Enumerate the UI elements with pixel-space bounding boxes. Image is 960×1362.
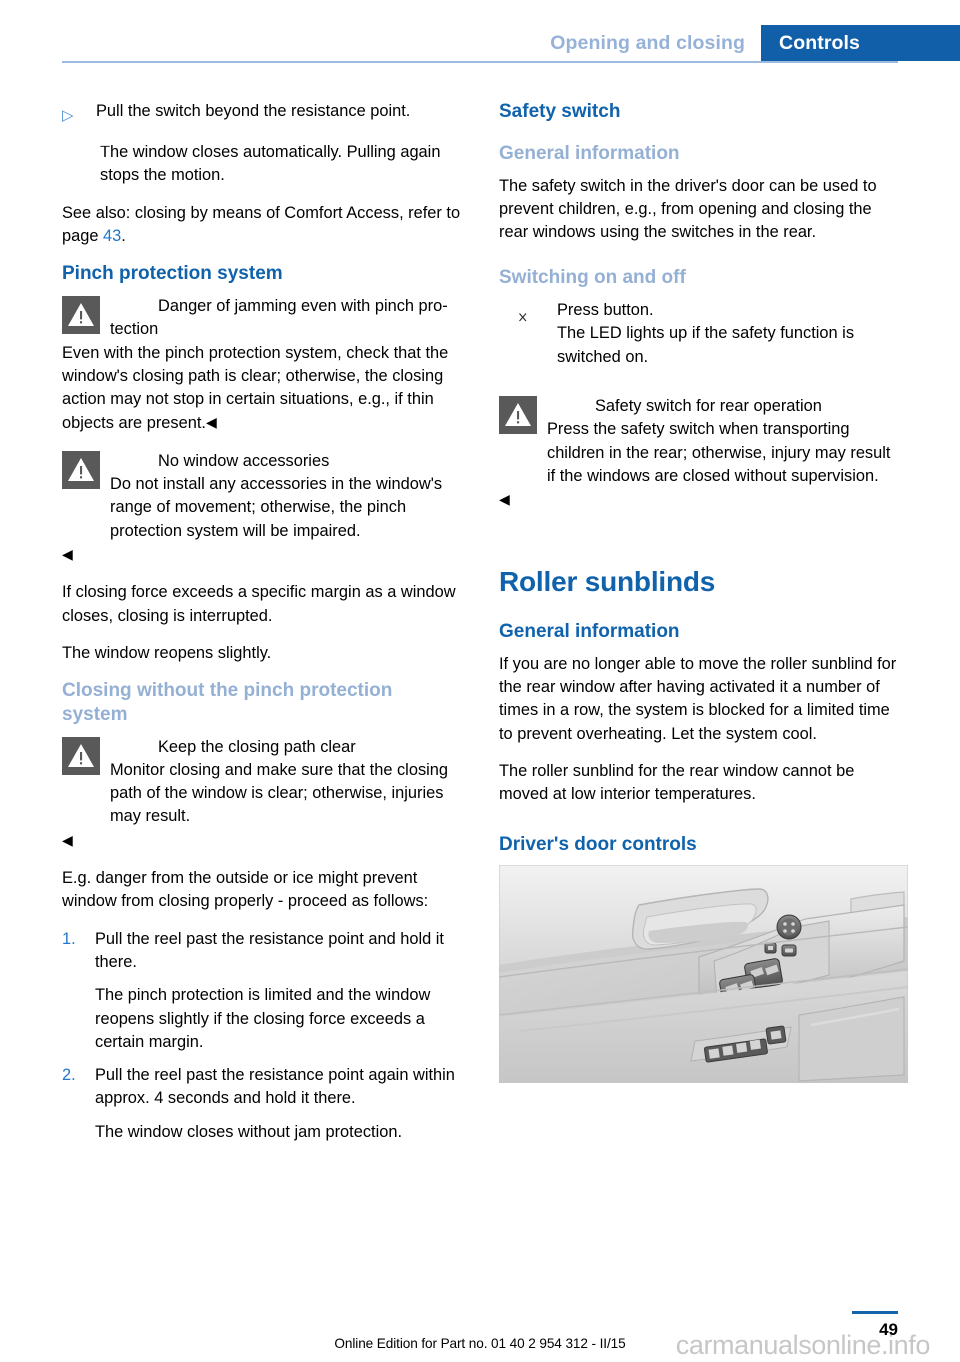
paragraph-window-reopens: The window reopens slightly. xyxy=(62,643,272,662)
press-button-instruction: Press button. The LED lights up if the s… xyxy=(499,299,898,369)
safety-switch-button-icon xyxy=(499,303,546,332)
see-also-page-link[interactable]: 43 xyxy=(103,227,121,245)
right-column: Safety switch General information The sa… xyxy=(499,100,908,1154)
warning-title: Danger of jamming even with pinch pro-te… xyxy=(110,296,448,339)
heading-switching-on-off: Switching on and off xyxy=(499,267,686,289)
warning-body: Monitor closing and make sure that the c… xyxy=(110,760,449,826)
warning-triangle-icon xyxy=(62,295,100,334)
paragraph-eg-danger: E.g. danger from the outside or ice migh… xyxy=(62,869,429,911)
heading-closing-without-pinch: Closing without the pinch protection sys… xyxy=(62,680,393,725)
warning-body: Even with the pinch protection system, c… xyxy=(62,343,449,433)
warning-title: Keep the closing path clear xyxy=(158,737,356,756)
paragraph-general-information: The safety switch in the driver's door c… xyxy=(499,176,877,242)
heading-safety-switch: Safety switch xyxy=(499,101,621,122)
warning-title: Safety switch for rear operation xyxy=(595,397,822,416)
heading-pinch-protection: Pinch protection system xyxy=(62,263,283,285)
heading-roller-general-information: General information xyxy=(499,621,680,643)
left-column: ▷ Pull the switch beyond the resistance … xyxy=(62,100,461,1154)
paragraph-roller-general: If you are no longer able to move the ro… xyxy=(499,654,897,743)
page-body: ▷ Pull the switch beyond the resistance … xyxy=(62,100,908,1154)
header-tabs: Opening and closing Controls xyxy=(540,25,960,61)
header-chapter-label: Controls xyxy=(761,25,960,61)
warning-body: Press the safety switch when transportin… xyxy=(547,420,891,485)
warning-danger-of-jamming: Danger of jamming even with pinch pro-te… xyxy=(62,295,461,436)
bullet-text-group: Pull the switch beyond the resistance po… xyxy=(86,100,461,146)
warning-keep-closing-path-clear: Keep the closing path clear Monitor clos… xyxy=(62,736,461,853)
bullet-text: Pull the switch beyond the resistance po… xyxy=(96,102,411,120)
warning-end-marker: ◀ xyxy=(62,831,73,848)
footer-divider xyxy=(852,1311,898,1314)
step-item: 1. Pull the reel past the resistance poi… xyxy=(62,928,461,975)
step-text: Pull the reel past the resistance point … xyxy=(95,929,444,971)
warning-triangle-icon xyxy=(499,396,537,435)
step-result: The pinch protection is limited and the … xyxy=(95,986,431,1051)
see-also-paragraph: See also: closing by means of Comfort Ac… xyxy=(62,202,461,249)
warning-end-marker: ◀ xyxy=(62,545,73,562)
step-number: 1. xyxy=(62,929,76,948)
warning-safety-switch-rear: Safety switch for rear operation Press t… xyxy=(499,395,898,512)
step-number: 2. xyxy=(62,1066,76,1085)
step-text: Pull the reel past the resistance point … xyxy=(95,1066,455,1108)
warning-end-marker: ◀ xyxy=(205,414,217,431)
step-result: The window closes without jam protection… xyxy=(95,1122,403,1141)
press-button-result: The LED lights up if the safety function… xyxy=(557,324,855,366)
warning-body: Do not install any accessories in the wi… xyxy=(110,475,443,540)
warning-title: No window accessories xyxy=(158,451,330,470)
page-title-roller-sunblinds: Roller sunblinds xyxy=(499,565,716,597)
header-section-label: Opening and closing xyxy=(540,25,762,61)
paragraph-roller-temperature: The roller sunblind for the rear window … xyxy=(499,762,855,804)
heading-general-information: General information xyxy=(499,142,680,164)
see-also-suffix: . xyxy=(121,226,126,245)
paragraph-closing-force: If closing force exceeds a specific marg… xyxy=(62,583,456,625)
warning-triangle-icon xyxy=(62,450,100,489)
warning-end-marker: ◀ xyxy=(499,491,510,508)
step-item: 2. Pull the reel past the resistance poi… xyxy=(62,1064,461,1111)
header-divider xyxy=(62,61,898,63)
warning-triangle-icon xyxy=(62,736,100,775)
heading-drivers-door-controls: Driver's door controls xyxy=(499,833,697,855)
bullet-marker: ▷ xyxy=(62,107,74,124)
bullet-instruction: ▷ Pull the switch beyond the resistance … xyxy=(62,100,461,146)
drivers-door-panel-illustration xyxy=(499,865,908,1084)
bullet-result-text: The window closes automatically. Pulling… xyxy=(100,143,441,185)
page-header: Opening and closing Controls xyxy=(0,0,960,63)
warning-no-window-accessories: No window accessories Do not install any… xyxy=(62,450,461,567)
watermark: carmanualsonline.info xyxy=(675,1330,931,1360)
press-button-text: Press button. xyxy=(557,301,654,320)
